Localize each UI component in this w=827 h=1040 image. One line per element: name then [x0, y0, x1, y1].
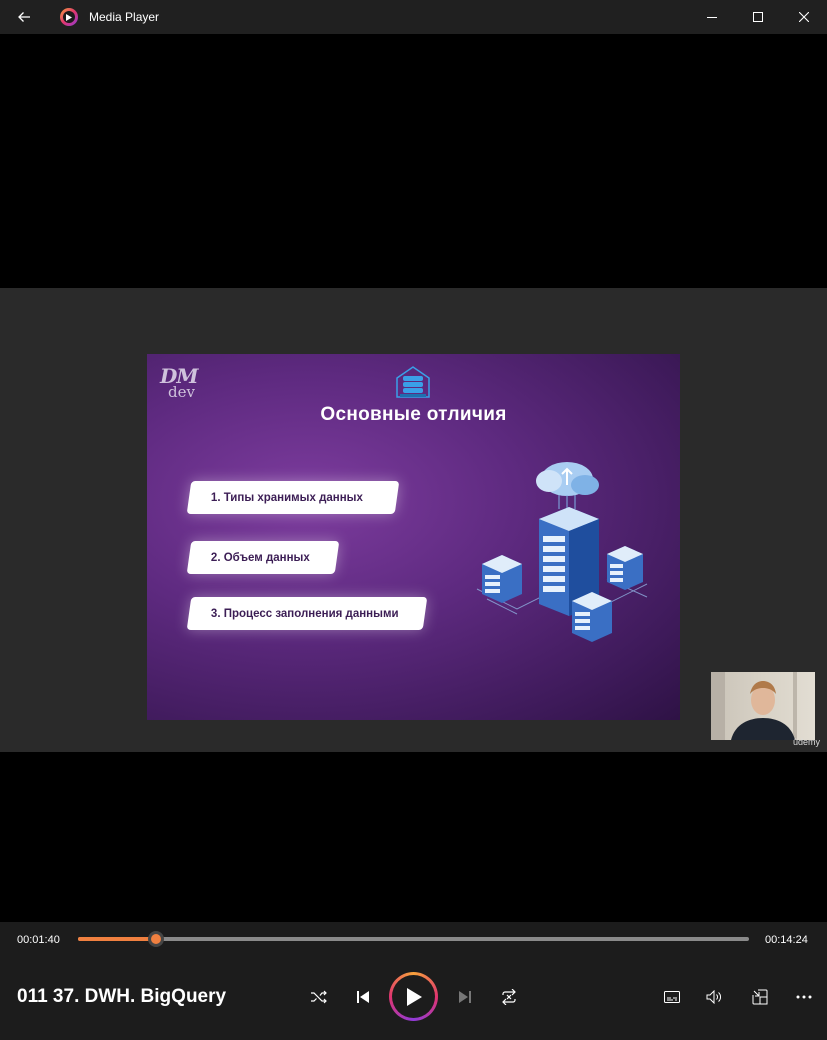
back-button[interactable]: [0, 0, 48, 34]
slide-item: 2. Объем данных: [186, 541, 340, 574]
database-badge-icon: [396, 366, 430, 398]
play-icon: [406, 987, 422, 1006]
cloud-icon: [536, 462, 599, 509]
maximize-button[interactable]: [735, 0, 781, 34]
seek-progress: [78, 937, 156, 941]
media-player-logo-icon: [60, 8, 78, 26]
more-icon: [796, 995, 812, 999]
slide-item: 3. Процесс заполнения данными: [186, 597, 428, 630]
close-button[interactable]: [781, 0, 827, 34]
slide-item-text: 1. Типы хранимых данных: [211, 491, 363, 504]
slide-item-text: 2. Объем данных: [211, 551, 310, 564]
next-track-icon: [459, 991, 471, 1003]
repeat-button[interactable]: [492, 980, 526, 1014]
slide-title: Основные отличия: [320, 404, 507, 425]
title-bar: Media Player: [0, 0, 827, 34]
maximize-icon: [753, 12, 763, 22]
repeat-icon: [502, 989, 516, 1005]
slide-item-text: 3. Процесс заполнения данными: [211, 607, 399, 620]
previous-button[interactable]: [346, 980, 380, 1014]
play-button[interactable]: [389, 972, 438, 1021]
webcam-overlay: [711, 672, 815, 740]
seek-bar[interactable]: [78, 931, 749, 947]
next-button[interactable]: [448, 980, 482, 1014]
minimize-icon: [707, 17, 717, 18]
dm-dev-logo: DM dev: [160, 364, 198, 401]
player-controls: 00:01:40 00:14:24 011 37. DWH. BigQuery: [0, 922, 827, 1040]
slide-item: 1. Типы хранимых данных: [186, 481, 400, 514]
total-time: 00:14:24: [765, 934, 808, 946]
miniplayer-icon: [752, 989, 768, 1005]
volume-button[interactable]: [697, 980, 731, 1014]
seek-thumb[interactable]: [147, 931, 164, 947]
miniplayer-button[interactable]: [743, 980, 777, 1014]
volume-icon: [706, 990, 721, 1004]
subtitles-button[interactable]: [655, 980, 689, 1014]
subtitles-icon: [664, 991, 680, 1003]
logo-dev-text: dev: [168, 383, 195, 401]
shuffle-icon: [311, 990, 327, 1004]
previous-track-icon: [357, 991, 369, 1003]
track-title: 011 37. DWH. BigQuery: [17, 986, 227, 1007]
back-arrow-icon: [18, 12, 30, 22]
current-time: 00:01:40: [17, 934, 60, 946]
slide: DM dev Основные отличия 1. Типы хранимых…: [147, 354, 680, 720]
cloud-servers-illustration: [476, 462, 648, 642]
logo-dm-text: DM: [160, 364, 198, 388]
presenter-image: [711, 672, 797, 740]
minimize-button[interactable]: [689, 0, 735, 34]
udemy-watermark: ûdemy: [793, 737, 821, 747]
window-title: Media Player: [89, 10, 160, 24]
shuffle-button[interactable]: [302, 980, 336, 1014]
close-icon: [799, 12, 809, 22]
more-button[interactable]: [787, 980, 821, 1014]
